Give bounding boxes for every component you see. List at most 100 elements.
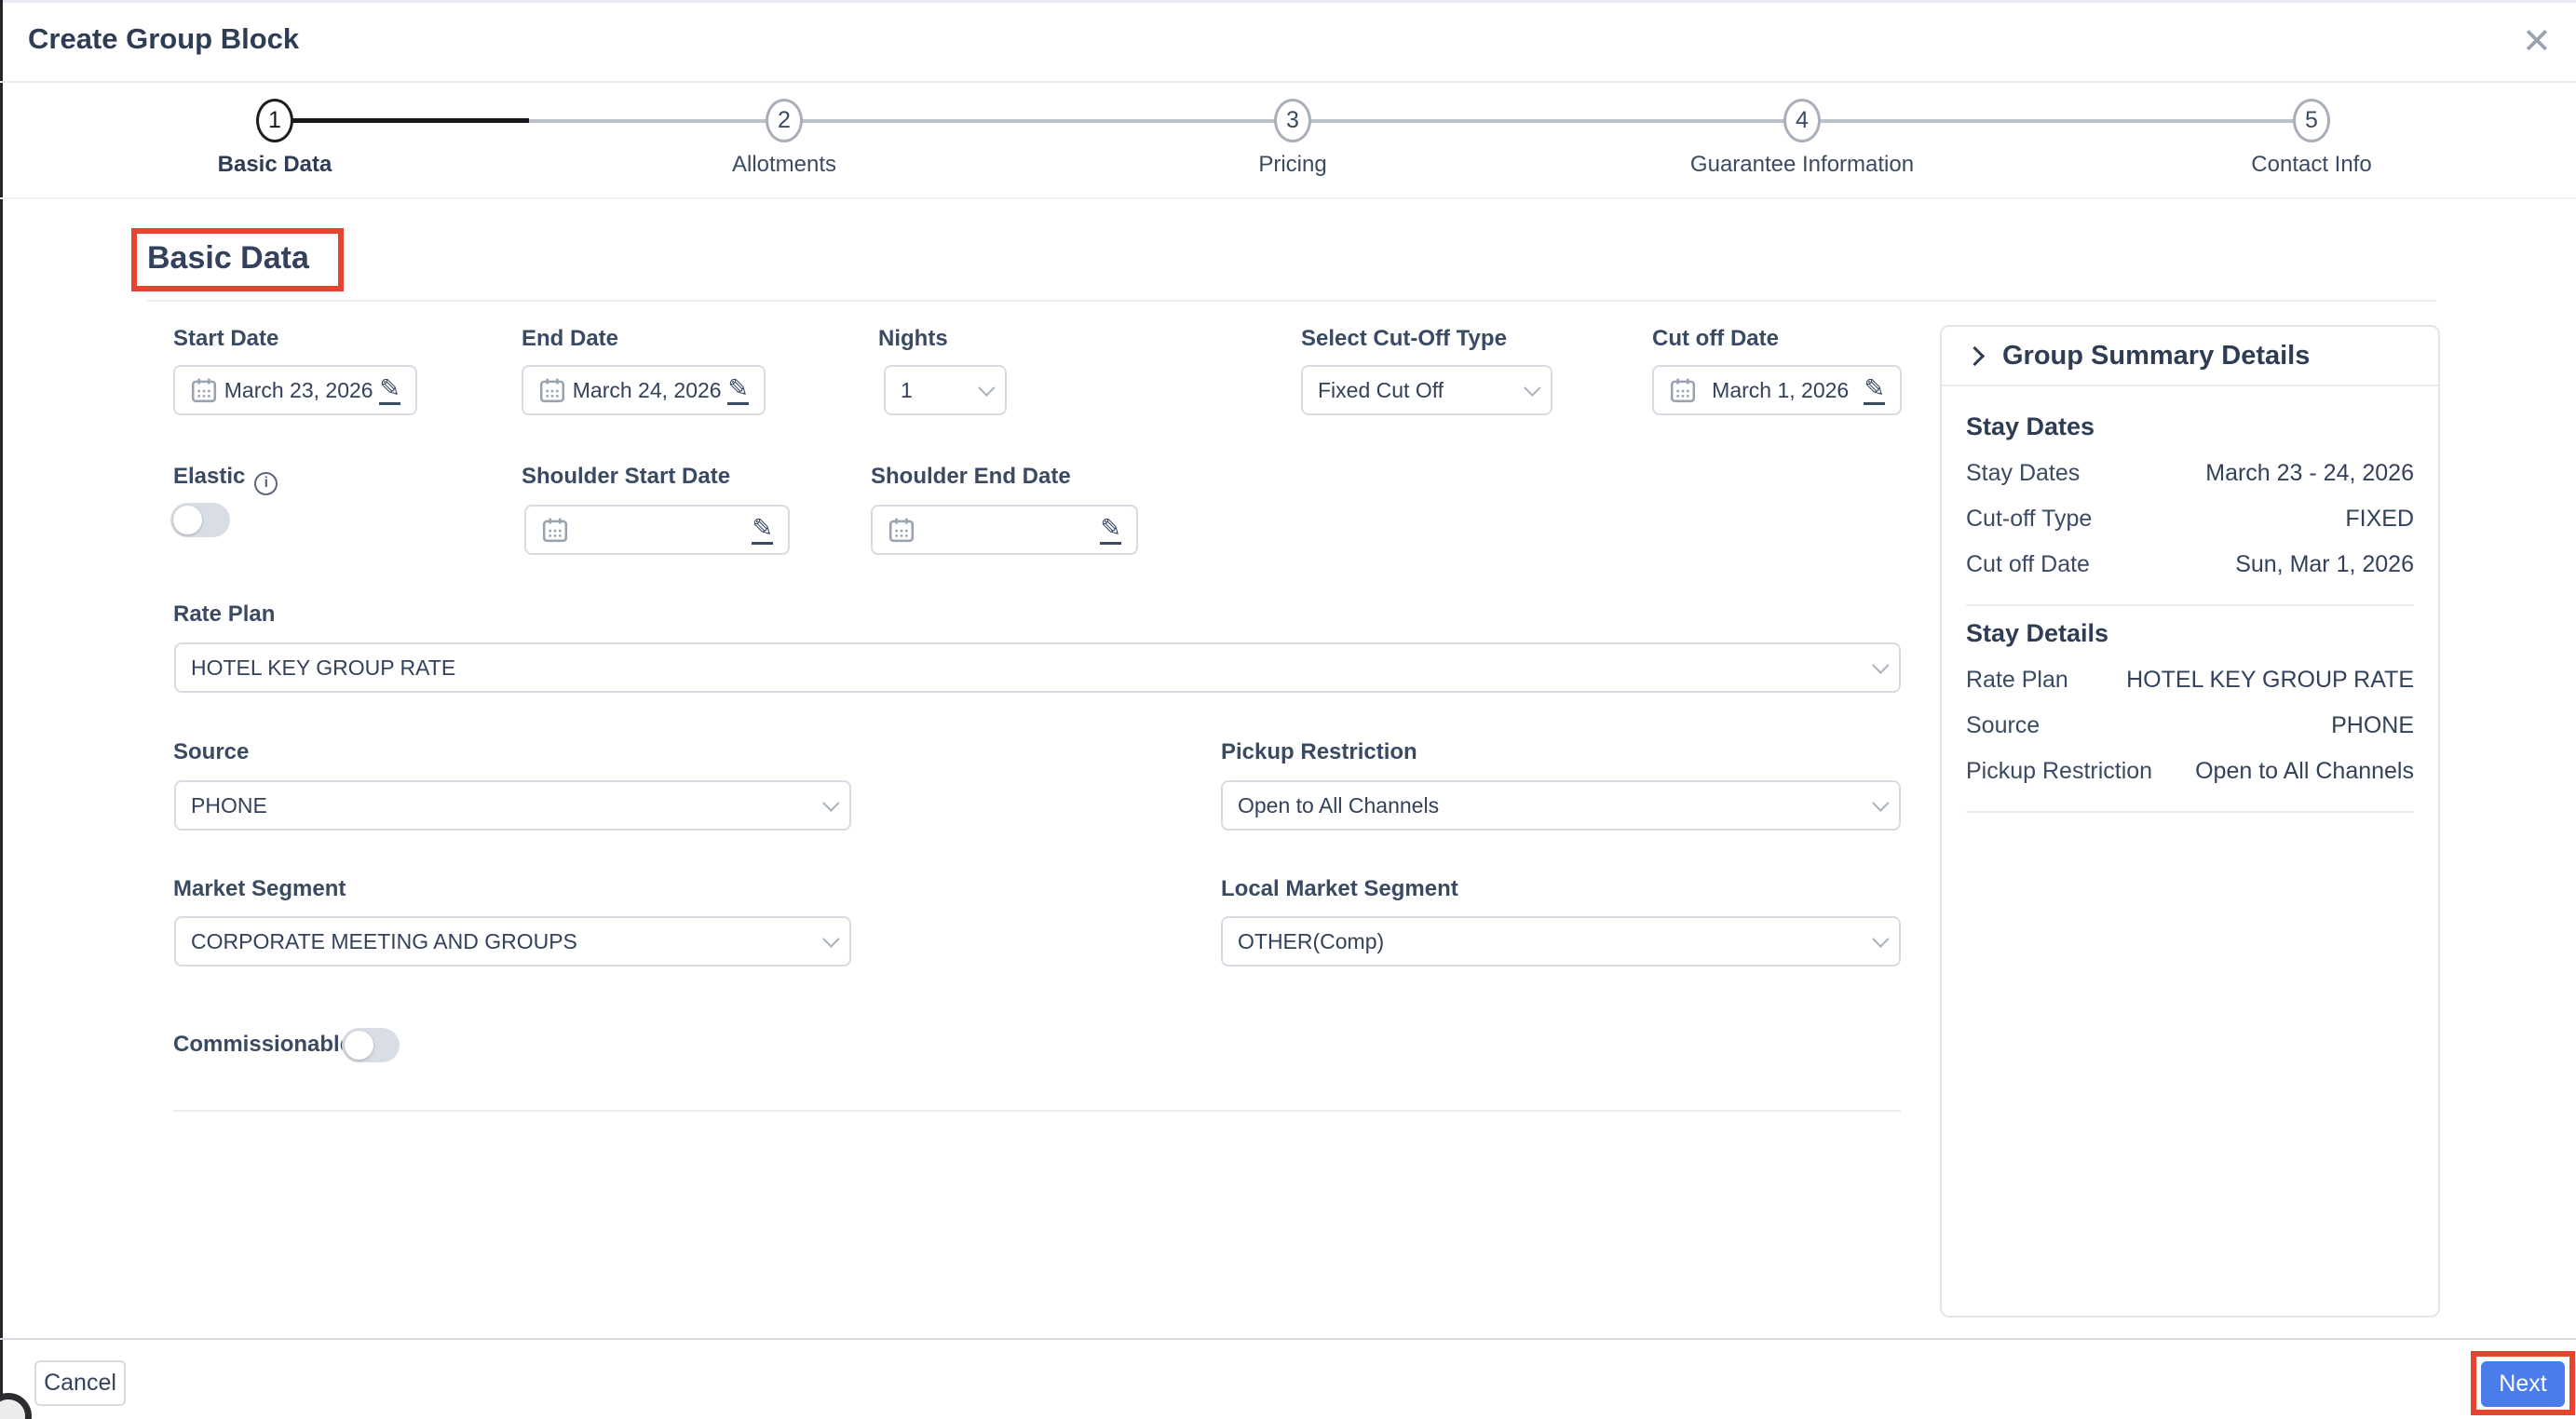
summary-row-value: Open to All Channels [2195, 758, 2414, 785]
shoulder-start-label: Shoulder Start Date [522, 464, 730, 490]
summary-row: Pickup Restriction Open to All Channels [1966, 749, 2414, 794]
cutoff-date-value: March 1, 2026 [1697, 378, 1864, 403]
cutoff-type-value: Fixed Cut Off [1318, 378, 1524, 403]
toggle-knob [173, 506, 202, 534]
summary-row-label: Stay Dates [1966, 460, 2080, 487]
step-2-label: Allotments [732, 152, 836, 178]
local-market-segment-select[interactable]: OTHER(Comp) [1221, 916, 1901, 966]
market-segment-label: Market Segment [173, 876, 346, 902]
start-date-field[interactable]: March 23, 2026 ✎ [173, 365, 417, 415]
summary-row-label: Source [1966, 712, 2040, 739]
summary-header[interactable]: Group Summary Details [1942, 327, 2438, 386]
summary-section-heading: Stay Details [1966, 619, 2414, 648]
calendar-icon [541, 516, 569, 544]
edit-icon[interactable]: ✎ [727, 376, 749, 405]
summary-row-value: March 23 - 24, 2026 [2205, 460, 2414, 487]
cutoff-date-label: Cut off Date [1652, 326, 1779, 352]
summary-row-label: Rate Plan [1966, 667, 2068, 694]
shoulder-end-field[interactable]: ✎ [871, 505, 1138, 555]
chevron-right-icon [1965, 345, 1985, 365]
pickup-restriction-select[interactable]: Open to All Channels [1221, 780, 1901, 831]
summary-row-value: HOTEL KEY GROUP RATE [2126, 667, 2414, 694]
cursor-artifact [0, 1393, 32, 1419]
step-3-circle[interactable]: 3 [1274, 99, 1311, 142]
end-date-label: End Date [522, 326, 618, 352]
elastic-label-text: Elastic [173, 464, 245, 489]
section-divider [147, 300, 2436, 302]
local-market-segment-label: Local Market Segment [1221, 876, 1458, 902]
step-4-circle[interactable]: 4 [1783, 99, 1821, 142]
summary-row-value: PHONE [2331, 712, 2414, 739]
chevron-down-icon [1872, 656, 1889, 673]
calendar-icon [190, 376, 218, 404]
local-market-segment-value: OTHER(Comp) [1238, 929, 1872, 954]
rate-plan-value: HOTEL KEY GROUP RATE [191, 655, 1872, 681]
summary-row: Cut-off Type FIXED [1966, 496, 2414, 542]
chevron-down-icon [1872, 930, 1889, 947]
summary-row: Stay Dates March 23 - 24, 2026 [1966, 451, 2414, 496]
summary-row-label: Cut-off Type [1966, 506, 2092, 533]
source-select[interactable]: PHONE [174, 780, 851, 831]
chevron-down-icon [822, 794, 839, 811]
step-4-label: Guarantee Information [1690, 152, 1914, 178]
elastic-label: Elastic i [173, 464, 278, 495]
summary-row: Source PHONE [1966, 703, 2414, 749]
summary-body: Stay Dates Stay Dates March 23 - 24, 202… [1942, 386, 2438, 845]
source-value: PHONE [191, 793, 822, 818]
form-bottom-divider [173, 1110, 1901, 1112]
start-date-label: Start Date [173, 326, 278, 352]
summary-row-value: FIXED [2345, 506, 2414, 533]
commissionable-label: Commissionable [173, 1032, 352, 1058]
calendar-icon [888, 516, 915, 544]
step-5-label: Contact Info [2251, 152, 2371, 178]
summary-row-label: Cut off Date [1966, 551, 2090, 578]
summary-row-label: Pickup Restriction [1966, 758, 2152, 785]
summary-divider [1966, 604, 2414, 606]
close-icon[interactable]: ✕ [2522, 24, 2552, 60]
edit-icon[interactable]: ✎ [1100, 516, 1121, 545]
info-icon[interactable]: i [254, 472, 278, 495]
edit-icon[interactable]: ✎ [379, 376, 400, 405]
chevron-down-icon [978, 379, 995, 396]
step-5-circle[interactable]: 5 [2293, 99, 2330, 142]
pickup-restriction-value: Open to All Channels [1238, 793, 1872, 818]
step-2-circle[interactable]: 2 [766, 99, 803, 142]
annotation-box-heading [131, 228, 344, 291]
commissionable-toggle[interactable] [342, 1028, 400, 1062]
summary-row-value: Sun, Mar 1, 2026 [2235, 551, 2414, 578]
cutoff-type-label: Select Cut-Off Type [1301, 326, 1507, 352]
edit-icon[interactable]: ✎ [1864, 376, 1885, 405]
elastic-toggle[interactable] [170, 503, 230, 537]
end-date-field[interactable]: March 24, 2026 ✎ [522, 365, 766, 415]
toggle-knob [345, 1031, 373, 1060]
cutoff-type-select[interactable]: Fixed Cut Off [1301, 365, 1552, 415]
chevron-down-icon [1524, 379, 1540, 396]
source-label: Source [173, 739, 249, 765]
calendar-icon [538, 376, 566, 404]
create-group-block-modal: Create Group Block ✕ 1 2 3 4 5 Basic Dat… [0, 0, 2576, 1419]
nights-select[interactable]: 1 [884, 365, 1007, 415]
edit-icon[interactable]: ✎ [752, 516, 773, 545]
page-title: Create Group Block [28, 22, 299, 56]
stepper-divider [0, 197, 2576, 199]
step-3-label: Pricing [1258, 152, 1326, 178]
annotation-box-next [2471, 1351, 2575, 1415]
footer-divider [0, 1338, 2576, 1340]
end-date-value: March 24, 2026 [566, 378, 727, 403]
shoulder-start-field[interactable]: ✎ [524, 505, 790, 555]
market-segment-select[interactable]: CORPORATE MEETING AND GROUPS [174, 916, 851, 966]
chevron-down-icon [822, 930, 839, 947]
step-1-circle[interactable]: 1 [256, 99, 293, 142]
summary-section-heading: Stay Dates [1966, 412, 2414, 441]
window-left-edge [0, 0, 3, 1419]
nights-label: Nights [878, 326, 948, 352]
cancel-button[interactable]: Cancel [34, 1360, 126, 1406]
header-divider [0, 81, 2576, 83]
summary-row: Rate Plan HOTEL KEY GROUP RATE [1966, 657, 2414, 703]
start-date-value: March 23, 2026 [218, 378, 379, 403]
cutoff-date-field[interactable]: March 1, 2026 ✎ [1652, 365, 1902, 415]
summary-title: Group Summary Details [2002, 341, 2310, 372]
pickup-restriction-label: Pickup Restriction [1221, 739, 1417, 765]
rate-plan-select[interactable]: HOTEL KEY GROUP RATE [174, 642, 1901, 693]
rate-plan-label: Rate Plan [173, 601, 275, 628]
